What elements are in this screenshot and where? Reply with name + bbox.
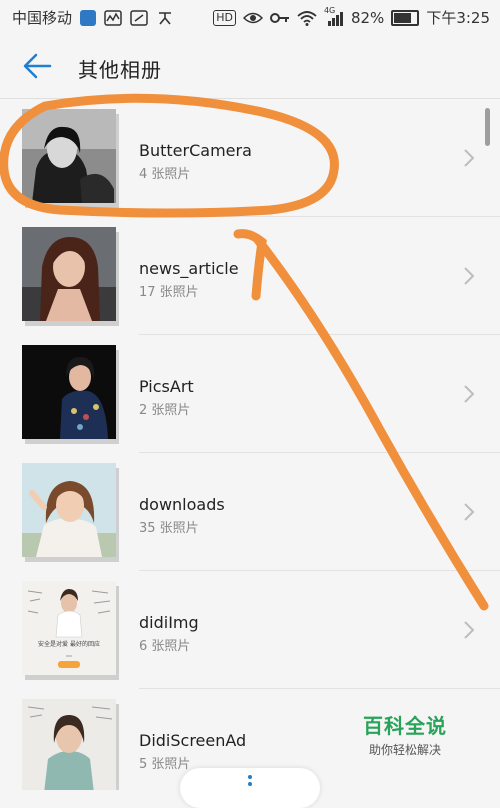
chevron-right-icon [464, 385, 475, 403]
photo-thumbnail-image [22, 463, 116, 557]
key-icon [269, 12, 289, 23]
promo-caption: 安全是对爱 最好的回应 [38, 641, 100, 648]
album-thumbnail [22, 463, 120, 563]
activity-icon [104, 9, 122, 26]
album-photo-count: 2 张照片 [139, 403, 191, 418]
album-row-downloads[interactable]: downloads 35 张照片 [0, 453, 500, 571]
watermark-title: 百科全说 [363, 714, 447, 738]
album-photo-count: 35 张照片 [139, 521, 199, 536]
album-row-didiimg[interactable]: 安全是对爱 最好的回应 didiImg 6 张照片 [0, 571, 500, 689]
photo-thumbnail-image [22, 109, 116, 203]
eye-icon [242, 12, 263, 23]
chevron-right-icon [464, 503, 475, 521]
clock: 下午3:25 [426, 9, 490, 27]
album-thumbnail [22, 227, 120, 327]
album-name: ButterCamera [139, 141, 252, 160]
photo-thumbnail-image: 安全是对爱 最好的回应 [22, 581, 116, 675]
watermark-subtitle: 助你轻松解决 [368, 743, 441, 757]
battery-icon [391, 9, 420, 26]
status-bar: 中国移动 HD 4G 82% 下午3:25 [0, 0, 500, 34]
more-options-icon[interactable] [243, 774, 257, 790]
battery-level [394, 12, 411, 23]
battery-percent: 82% [350, 8, 385, 27]
album-row-news-article[interactable]: news_article 17 张照片 [0, 217, 500, 335]
album-row-buttercamera[interactable]: ButterCamera 4 张照片 [0, 99, 500, 217]
album-list: ButterCamera 4 张照片 news_article 17 张照片 P… [0, 99, 500, 790]
hd-badge: HD [213, 9, 236, 26]
app-notification-icon [159, 11, 172, 25]
back-arrow-icon[interactable] [18, 46, 58, 86]
album-thumbnail [22, 699, 120, 790]
chevron-right-icon [464, 267, 475, 285]
album-thumbnail: 安全是对爱 最好的回应 [22, 581, 120, 681]
scrollbar[interactable] [485, 108, 490, 146]
wifi-icon [297, 10, 317, 26]
album-thumbnail [22, 109, 120, 209]
album-photo-count: 6 张照片 [139, 639, 191, 654]
app-header: 其他相册 [0, 34, 500, 99]
chevron-right-icon [464, 621, 475, 639]
album-row-picsart[interactable]: PicsArt 2 张照片 [0, 335, 500, 453]
photo-thumbnail-image [22, 227, 116, 321]
album-photo-count: 4 张照片 [139, 167, 191, 182]
chevron-right-icon [464, 149, 475, 167]
photo-thumbnail-image [22, 345, 116, 439]
album-photo-count: 5 张照片 [139, 757, 191, 772]
album-name: PicsArt [139, 377, 194, 396]
page-title: 其他相册 [78, 58, 162, 82]
link-icon [130, 9, 148, 26]
watermark: 百科全说 助你轻松解决 [350, 710, 460, 762]
album-name: news_article [139, 259, 239, 278]
carrier-label: 中国移动 [12, 9, 73, 27]
security-shield-icon [80, 9, 97, 26]
album-photo-count: 17 张照片 [139, 285, 199, 300]
album-name: didiImg [139, 613, 199, 632]
album-thumbnail [22, 345, 120, 445]
album-name: DidiScreenAd [139, 731, 247, 750]
cell-signal-icon: 4G [324, 6, 344, 26]
photo-thumbnail-image [22, 699, 116, 790]
album-name: downloads [139, 495, 225, 514]
